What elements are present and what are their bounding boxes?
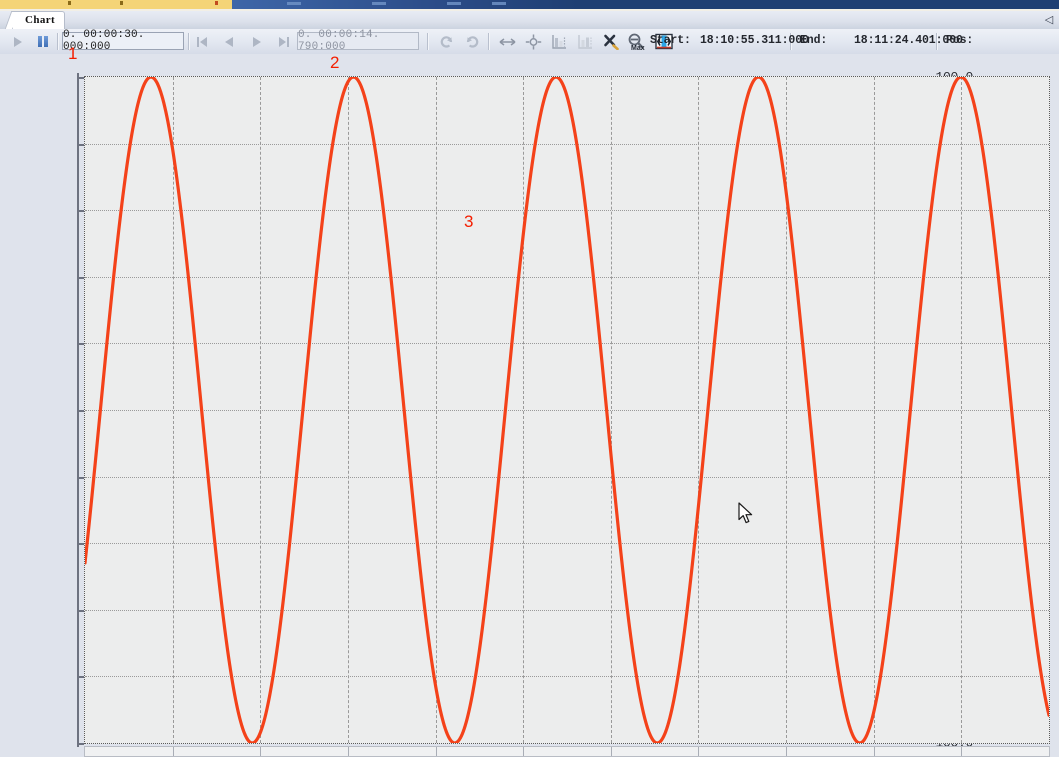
nav-first-button[interactable] [194,32,212,51]
fit-width-button[interactable] [497,32,517,51]
x-axis-strip-divider [873,747,875,756]
fit-all-icon [525,34,542,50]
y-axis-tick [77,609,84,612]
background-titlebar-strip [232,0,1059,9]
annotation-marker-2: 2 [330,53,340,72]
y-axis-tick [77,743,84,745]
fit-horizontal-icon [499,34,516,50]
gridline-horizontal [85,743,1049,744]
scale-right-icon [577,34,594,50]
x-axis-strip-divider [786,747,788,756]
y-axis-tick [77,410,84,412]
y-axis-tick [77,210,84,213]
start-label: Start: [650,34,691,47]
y-axis [77,73,84,747]
svg-text:Max: Max [631,45,645,51]
pos-label: Pos: [946,34,974,47]
start-value: 18:10:55.311:000 [700,34,809,47]
annotation-marker-1: 1 [68,44,78,63]
skip-last-icon [276,35,292,48]
scale-left-icon [551,34,568,50]
mouse-cursor [738,502,755,531]
x-axis-strip-divider [523,747,525,756]
zoom-max-button[interactable]: Max [625,32,649,51]
end-label: End: [800,34,828,47]
pause-button[interactable] [34,32,52,51]
scale-left-button[interactable] [549,32,569,51]
fit-all-button[interactable] [523,32,543,51]
tab-bar: Chart ◁ [0,11,1059,30]
signal-curve [85,77,1049,743]
tabbar-collapse-arrow-icon[interactable]: ◁ [1043,13,1055,27]
chart-window: Chart ◁ 0. 00:00:30. 000:000 0. 00:00:14… [0,0,1059,757]
skip-first-icon [195,35,211,48]
y-axis-tick [77,143,84,146]
play-button[interactable] [10,32,26,51]
x-axis-strip-divider [435,747,437,756]
pause-icon [38,36,48,47]
chart-toolbar: 0. 00:00:30. 000:000 0. 00:00:14. 790:00… [0,29,1059,55]
step-back-icon [222,35,238,48]
y-axis-tick [77,276,84,279]
plot-area[interactable] [84,76,1050,744]
x-axis-strip-divider [610,747,612,756]
x-axis-strip-divider [260,747,262,756]
x-axis-strip-divider [961,747,963,756]
tab-chart[interactable]: Chart [12,11,66,29]
nav-prev-button[interactable] [221,32,239,51]
y-axis-tick [77,543,84,546]
y-axis-tick [77,476,84,479]
undo-button[interactable] [436,32,456,51]
nav-next-button[interactable] [248,32,266,51]
y-axis-tick [77,343,84,346]
duration-field[interactable]: 0. 00:00:30. 000:000 [62,29,184,53]
undo-rotate-icon [439,34,454,49]
scale-right-button[interactable] [575,32,595,51]
y-axis-tick [77,676,84,679]
zoom-out-max-icon: Max [626,33,648,51]
x-axis-strip[interactable] [84,746,1050,757]
clear-cross-icon [603,34,620,50]
nav-last-button[interactable] [275,32,293,51]
position-field[interactable]: 0. 00:00:14. 790:000 [297,29,419,53]
redo-button[interactable] [462,32,482,51]
y-axis-tick [77,77,84,79]
x-axis-strip-divider [347,747,349,756]
clear-chart-button[interactable] [601,32,621,51]
x-axis-strip-divider [698,747,700,756]
play-icon [14,36,22,47]
annotation-marker-3: 3 [464,212,474,231]
step-forward-icon [249,35,265,48]
x-axis-strip-divider [172,747,174,756]
redo-rotate-icon [465,34,480,49]
